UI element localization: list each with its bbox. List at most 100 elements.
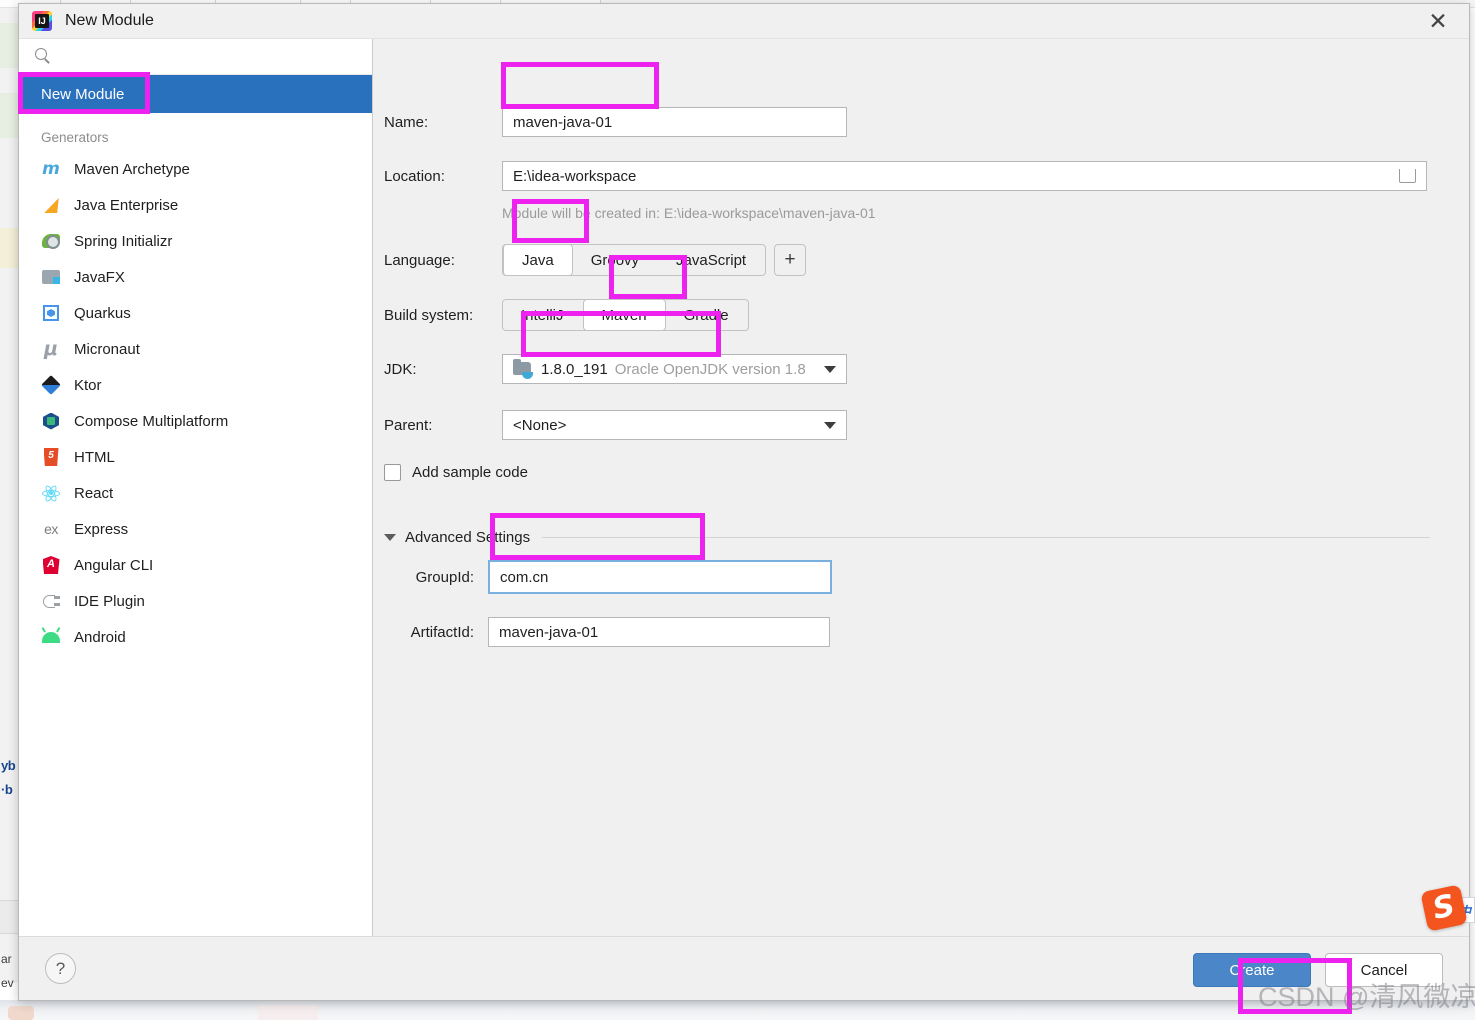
sidebar-item-label: Angular CLI: [74, 556, 154, 574]
location-hint: Module will be created in: E:\idea-works…: [502, 205, 876, 221]
sidebar-item-label: Java Enterprise: [74, 196, 179, 214]
jdk-label: JDK:: [384, 360, 417, 378]
add-sample-code-checkbox[interactable]: [384, 464, 401, 481]
sidebar-item-label: Micronaut: [74, 340, 140, 358]
sidebar-item-label: Compose Multiplatform: [74, 412, 229, 430]
sidebar-item-quarkus[interactable]: Quarkus: [19, 295, 372, 331]
ide-plugin-icon: [41, 591, 61, 611]
divider: [542, 537, 1430, 538]
location-value: E:\idea-workspace: [513, 167, 637, 185]
folder-browse-icon[interactable]: [1399, 169, 1416, 183]
java-enterprise-icon: [41, 195, 61, 215]
location-input[interactable]: E:\idea-workspace: [502, 161, 1427, 191]
language-row: Language: Java Groovy JavaScript +: [384, 244, 807, 276]
compose-icon: [41, 411, 61, 431]
sidebar-item-micronaut[interactable]: μ Micronaut: [19, 331, 372, 367]
sidebar-item-label: Express: [74, 520, 129, 538]
language-option-groovy[interactable]: Groovy: [573, 245, 658, 275]
build-system-row: Build system: IntelliJ Maven Gradle: [384, 299, 749, 331]
module-settings-panel: Name: maven-java-01 Location: E:\idea-wo…: [373, 39, 1469, 956]
micronaut-icon: μ: [44, 338, 58, 360]
quarkus-icon: [41, 303, 61, 323]
sidebar-item-angular-cli[interactable]: A Angular CLI: [19, 547, 372, 583]
dialog-footer: ? Create Cancel: [19, 936, 1469, 1000]
watermark: CSDN @清风微凉. aaa: [1258, 982, 1475, 1012]
dialog-title: New Module: [65, 12, 154, 29]
language-option-java[interactable]: Java: [503, 245, 573, 275]
sidebar-item-ide-plugin[interactable]: IDE Plugin: [19, 583, 372, 619]
jdk-folder-icon: [513, 359, 533, 379]
sidebar-item-html[interactable]: 5 HTML: [19, 439, 372, 475]
sogou-ime-icon[interactable]: S: [1420, 884, 1468, 932]
sidebar-item-label: Maven Archetype: [74, 160, 190, 178]
sidebar-item-label: Android: [74, 628, 126, 646]
sidebar-item-label: New Module: [41, 85, 125, 103]
taskbar-window-button[interactable]: [258, 1005, 318, 1020]
language-option-javascript[interactable]: JavaScript: [658, 245, 765, 275]
group-id-input[interactable]: com.cn: [488, 560, 832, 594]
parent-value: <None>: [513, 416, 567, 434]
sidebar-item-java-enterprise[interactable]: Java Enterprise: [19, 187, 372, 223]
chevron-down-icon[interactable]: [824, 366, 836, 373]
group-id-row: GroupId: com.cn: [384, 560, 832, 594]
intellij-idea-icon: IJ: [32, 11, 52, 31]
sidebar-item-new-module[interactable]: New Module: [19, 75, 372, 113]
javafx-icon: [41, 267, 61, 287]
spring-icon: [41, 231, 61, 251]
build-system-segmented-control[interactable]: IntelliJ Maven Gradle: [502, 299, 749, 331]
add-sample-code-label: Add sample code: [412, 464, 528, 481]
jdk-version: 1.8.0_191: [541, 360, 608, 378]
parent-combobox[interactable]: <None>: [502, 410, 847, 440]
search-input[interactable]: [53, 47, 372, 66]
build-system-option-intellij[interactable]: IntelliJ: [503, 300, 583, 330]
help-button[interactable]: ?: [45, 953, 76, 984]
android-icon: [41, 626, 61, 647]
react-icon: [41, 483, 61, 503]
generators-sidebar: New Module Generators m Maven Archetype …: [19, 39, 373, 956]
sidebar-item-ktor[interactable]: Ktor: [19, 367, 372, 403]
jdk-combobox[interactable]: 1.8.0_191 Oracle OpenJDK version 1.8: [502, 354, 847, 384]
sidebar-item-express[interactable]: ex Express: [19, 511, 372, 547]
angular-icon: A: [41, 555, 61, 575]
sidebar-item-javafx[interactable]: JavaFX: [19, 259, 372, 295]
name-input[interactable]: maven-java-01: [502, 107, 847, 137]
language-segmented-control[interactable]: Java Groovy JavaScript: [502, 244, 767, 276]
html5-icon: 5: [41, 447, 61, 467]
chevron-down-icon[interactable]: [824, 422, 836, 429]
build-system-label: Build system:: [384, 306, 474, 324]
name-label: Name:: [384, 113, 429, 131]
sidebar-item-label: React: [74, 484, 114, 502]
taskbar-app-icon[interactable]: [8, 1006, 34, 1020]
sidebar-item-label: JavaFX: [74, 268, 125, 286]
add-sample-code-row[interactable]: Add sample code: [384, 464, 528, 481]
sidebar-item-android[interactable]: Android: [19, 619, 372, 655]
dialog-titlebar: IJ New Module ✕: [19, 4, 1469, 39]
build-system-option-maven[interactable]: Maven: [582, 300, 666, 330]
build-system-option-gradle[interactable]: Gradle: [666, 300, 748, 330]
language-label: Language:: [384, 251, 455, 269]
sidebar-item-spring-initializr[interactable]: Spring Initializr: [19, 223, 372, 259]
add-language-button[interactable]: +: [774, 244, 807, 276]
close-icon[interactable]: ✕: [1407, 4, 1469, 39]
sogou-ime-letter: S: [1429, 888, 1459, 927]
advanced-settings-header[interactable]: Advanced Settings: [384, 529, 1430, 546]
sidebar-item-compose-multiplatform[interactable]: Compose Multiplatform: [19, 403, 372, 439]
sidebar-item-label: HTML: [74, 448, 115, 466]
jdk-description: Oracle OpenJDK version 1.8: [614, 360, 806, 378]
parent-row: Parent: <None>: [384, 410, 847, 440]
desktop-taskbar: [0, 1000, 1475, 1020]
search-icon: [35, 47, 53, 66]
maven-icon: m: [42, 159, 60, 179]
sidebar-item-maven-archetype[interactable]: m Maven Archetype: [19, 151, 372, 187]
artifact-id-input[interactable]: maven-java-01: [488, 617, 830, 647]
artifact-id-label: ArtifactId:: [410, 623, 474, 641]
sidebar-item-label: Quarkus: [74, 304, 131, 322]
search-row: [19, 39, 372, 75]
new-module-dialog: IJ New Module ✕ New Module Generators m …: [18, 3, 1470, 1001]
group-id-label: GroupId:: [415, 568, 474, 586]
sidebar-item-react[interactable]: React: [19, 475, 372, 511]
chevron-down-icon[interactable]: [384, 534, 396, 541]
sidebar-item-label: Ktor: [74, 376, 102, 394]
express-icon: ex: [44, 521, 58, 537]
jdk-row: JDK: 1.8.0_191 Oracle OpenJDK version 1.…: [384, 354, 847, 384]
